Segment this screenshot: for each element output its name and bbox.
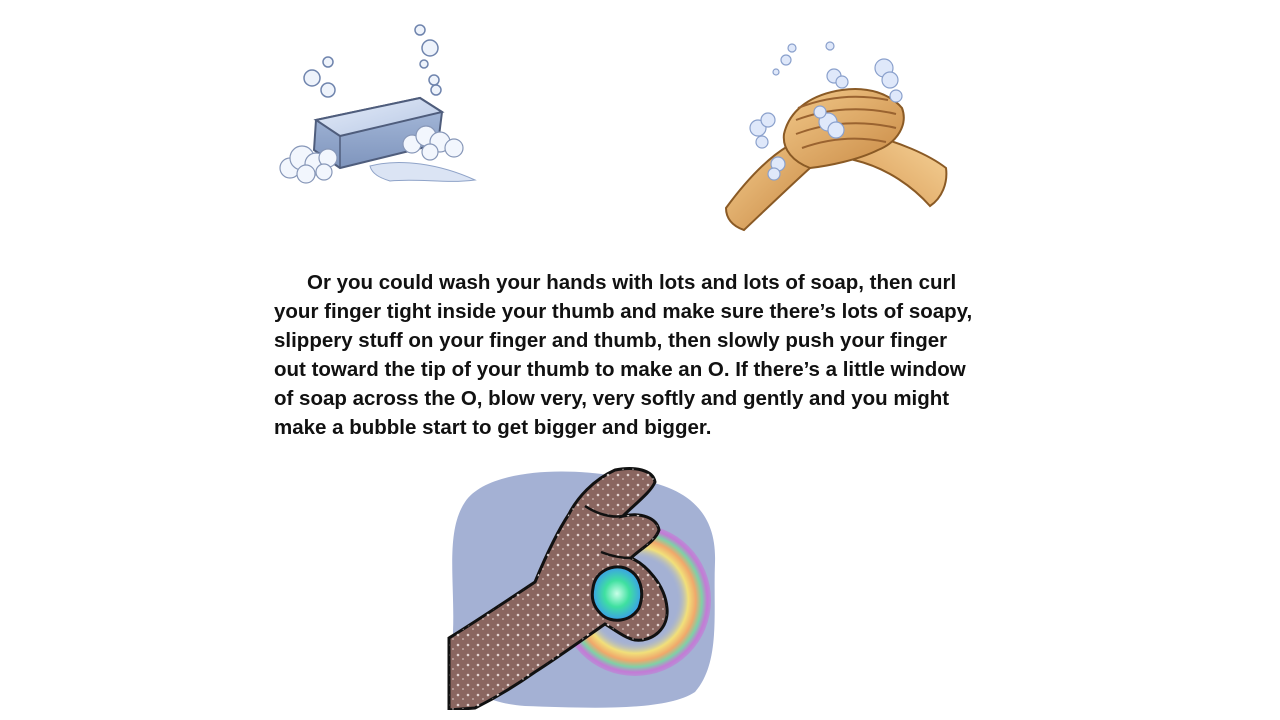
slide: Or you could wash your hands with lots a… xyxy=(0,0,1280,720)
bubble-hand-illustration xyxy=(447,467,716,710)
story-paragraph: Or you could wash your hands with lots a… xyxy=(274,271,973,439)
hands-washing-illustration xyxy=(724,41,948,232)
soap-bar-illustration xyxy=(279,24,477,184)
